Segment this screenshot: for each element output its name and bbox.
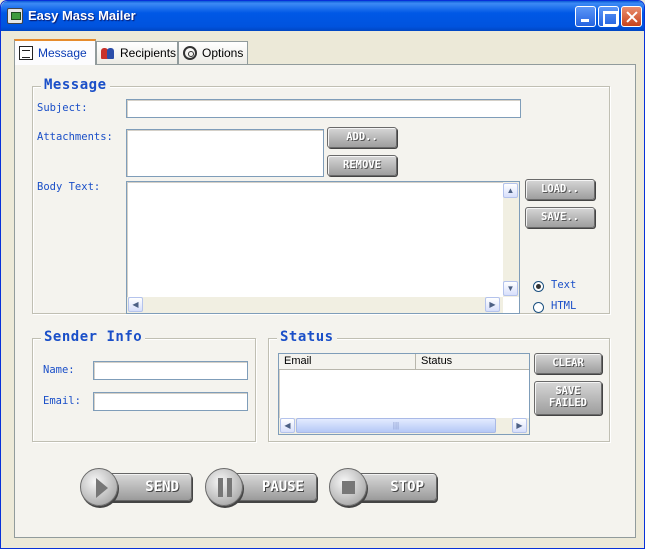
minimize-button[interactable] <box>575 6 596 27</box>
email-label: Email: <box>43 395 81 407</box>
name-label: Name: <box>43 364 75 376</box>
attachments-label: Attachments: <box>37 131 113 143</box>
stop-button[interactable]: STOP <box>329 468 441 508</box>
save-failed-line2: FAILED <box>549 397 587 409</box>
title-bar[interactable]: Easy Mass Mailer <box>1 1 644 31</box>
tab-recipients-label: Recipients <box>120 46 177 60</box>
status-title: Status <box>277 329 337 345</box>
message-group: Message Subject: Attachments: ADD.. REMO… <box>32 77 610 314</box>
format-html-label: HTML <box>551 300 577 312</box>
status-column-header[interactable]: Status <box>416 354 529 370</box>
save-button[interactable]: SAVE.. <box>525 207 595 228</box>
tab-panel: Message Subject: Attachments: ADD.. REMO… <box>14 64 636 538</box>
client-area: Message Recipients Options Message Subje… <box>4 31 641 546</box>
tab-message[interactable]: Message <box>14 39 96 65</box>
format-text-label: Text <box>551 279 577 291</box>
window-title: Easy Mass Mailer <box>28 8 136 23</box>
status-group: Status Email Status ◀ ▶ CLEAR SAVE FAILE… <box>268 329 610 442</box>
tab-options-label: Options <box>202 46 244 60</box>
add-attachment-button[interactable]: ADD.. <box>327 127 397 148</box>
remove-attachment-button[interactable]: REMOVE <box>327 155 397 176</box>
sender-name-input[interactable] <box>93 361 248 380</box>
scroll-left-icon[interactable]: ◀ <box>128 297 143 312</box>
tab-recipients[interactable]: Recipients <box>96 41 178 64</box>
body-hscroll[interactable]: ◀ ▶ <box>127 297 503 313</box>
stop-icon <box>329 468 367 506</box>
status-list[interactable]: Email Status ◀ ▶ <box>278 353 530 435</box>
main-window: Easy Mass Mailer Message Recipients Opti… <box>0 0 645 549</box>
sender-info-title: Sender Info <box>41 329 146 345</box>
options-icon <box>183 46 197 60</box>
sender-email-input[interactable] <box>93 392 248 411</box>
recipients-icon <box>101 46 115 60</box>
scroll-down-icon[interactable]: ▼ <box>503 281 518 296</box>
scroll-right-icon[interactable]: ▶ <box>485 297 500 312</box>
format-text-radio[interactable] <box>533 281 544 292</box>
subject-input[interactable] <box>126 99 521 118</box>
body-text-area[interactable]: ▲ ▼ ◀ ▶ <box>126 181 520 314</box>
format-html-radio[interactable] <box>533 302 544 313</box>
attachments-list[interactable] <box>126 129 324 177</box>
maximize-button[interactable] <box>598 6 619 27</box>
pause-icon <box>205 468 243 506</box>
save-failed-line1: SAVE <box>555 385 581 397</box>
status-scroll-thumb[interactable] <box>296 418 496 433</box>
message-group-title: Message <box>41 77 110 93</box>
status-scroll-left-icon[interactable]: ◀ <box>280 418 295 433</box>
send-button[interactable]: SEND <box>80 468 192 508</box>
status-hscroll[interactable]: ◀ ▶ <box>279 418 529 434</box>
tab-options[interactable]: Options <box>178 41 248 64</box>
body-text-label: Body Text: <box>37 181 101 193</box>
app-icon <box>7 8 23 24</box>
sender-info-group: Sender Info Name: Email: <box>32 329 256 442</box>
status-scroll-right-icon[interactable]: ▶ <box>512 418 527 433</box>
tab-message-label: Message <box>38 46 87 60</box>
body-vscroll[interactable]: ▲ ▼ <box>503 182 519 297</box>
email-column-header[interactable]: Email <box>279 354 416 370</box>
close-button[interactable] <box>621 6 642 27</box>
message-icon <box>19 46 33 60</box>
clear-button[interactable]: CLEAR <box>534 353 602 374</box>
subject-label: Subject: <box>37 102 88 114</box>
play-icon <box>80 468 118 506</box>
load-button[interactable]: LOAD.. <box>525 179 595 200</box>
scroll-up-icon[interactable]: ▲ <box>503 183 518 198</box>
pause-button[interactable]: PAUSE <box>205 468 317 508</box>
save-failed-button[interactable]: SAVE FAILED <box>534 381 602 415</box>
